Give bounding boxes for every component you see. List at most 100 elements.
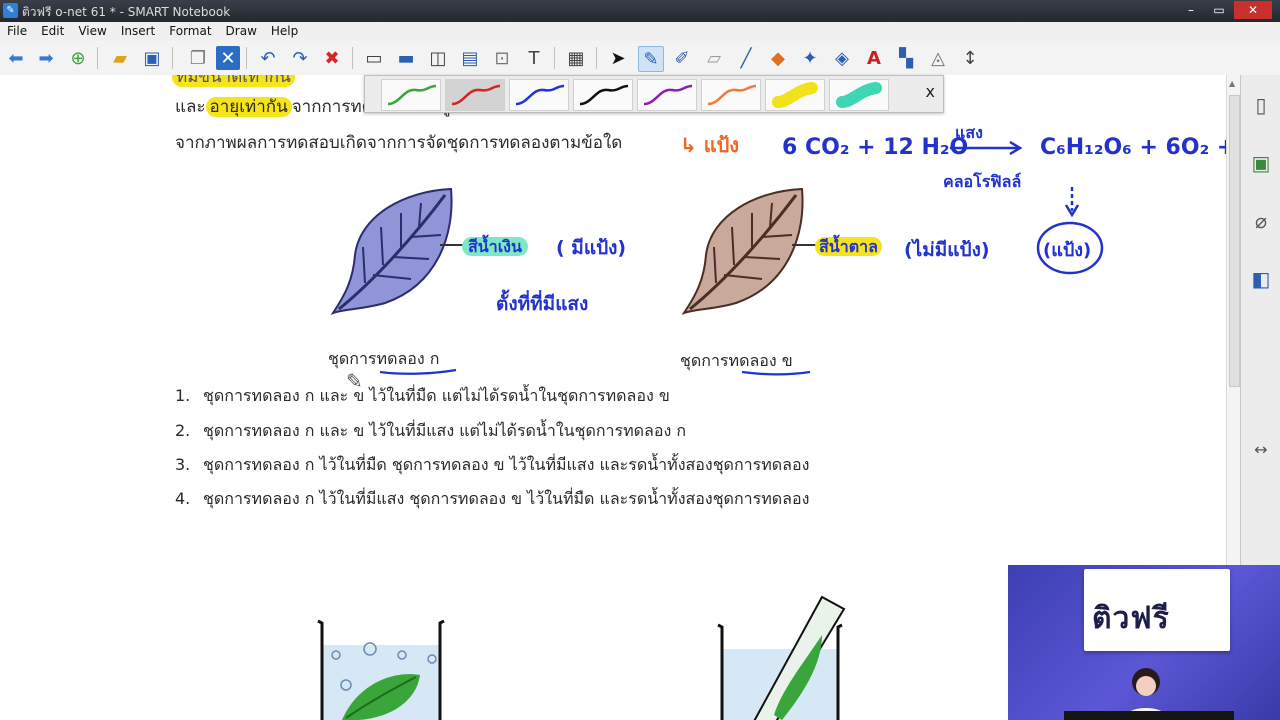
menu-format[interactable]: Format — [162, 22, 218, 41]
paste-icon[interactable]: ❐ — [186, 46, 210, 70]
option-3-number: 3. — [175, 455, 191, 474]
eraser-icon[interactable]: ▱ — [702, 46, 726, 70]
palette-close-button[interactable]: x — [926, 82, 935, 101]
option-1[interactable]: 1. ชุดการทดลอง ก และ ข ไว้ในที่มืด แต่ไม่… — [175, 384, 670, 409]
highlighter-yellow[interactable] — [765, 79, 825, 111]
fill-icon[interactable]: ◈ — [830, 46, 854, 70]
toolbar-separator — [554, 47, 555, 69]
highlight-equal-age: อายุเท่ากัน — [205, 97, 292, 117]
menu-view[interactable]: View — [71, 22, 113, 41]
option-3[interactable]: 3. ชุดการทดลอง ก ไว้ในที่มืด ชุดการทดลอง … — [175, 453, 809, 478]
pen-icon[interactable]: ✎ — [638, 46, 664, 72]
option-2-text: ชุดการทดลอง ก และ ข ไว้ในที่มีแสง แต่ไม่… — [203, 421, 687, 440]
title-bar: ✎ ติวฟรี o-net 61 * - SMART Notebook – ▭… — [0, 0, 1280, 22]
scrollbar-thumb[interactable] — [1229, 95, 1240, 387]
option-4[interactable]: 4. ชุดการทดลอง ก ไว้ในที่มีแสง ชุดการทดลอ… — [175, 487, 809, 512]
beaker-with-tube — [717, 595, 846, 720]
table-icon[interactable]: ▦ — [564, 46, 588, 70]
desk — [1064, 711, 1234, 720]
option-4-text: ชุดการทดลอง ก ไว้ในที่มีแสง ชุดการทดลอง … — [203, 489, 810, 508]
back-arrow-icon[interactable]: ⬅ — [4, 46, 28, 70]
select-pointer-icon[interactable]: ➤ — [606, 46, 630, 70]
leaf-a-place: ตั้งที่ที่มีแสง — [496, 293, 589, 315]
menu-file[interactable]: File — [0, 22, 34, 41]
leaf-b-color-text: สีน้ำตาล — [815, 237, 882, 256]
redo-icon[interactable]: ↷ — [288, 46, 312, 70]
add-page-icon[interactable]: ⊕ — [66, 46, 90, 70]
toolbar-separator — [352, 47, 353, 69]
question-line-1-prefix: และ — [175, 97, 206, 117]
properties-panel-icon[interactable]: ◧ — [1247, 265, 1275, 293]
line-icon[interactable]: ╱ — [734, 46, 758, 70]
magic-pen-icon[interactable]: ✦ — [798, 46, 822, 70]
toolbar-separator — [596, 47, 597, 69]
dual-page-icon[interactable]: ◫ — [426, 46, 450, 70]
pen-color-palette: x — [364, 75, 944, 113]
creative-pen-icon[interactable]: ✐ — [670, 46, 694, 70]
display-icon[interactable]: ▤ — [458, 46, 482, 70]
pen-blue[interactable] — [509, 79, 569, 111]
close-button[interactable]: ✕ — [1234, 1, 1272, 19]
equation-products: C₆H₁₂O₆ + 6O₂ + 6H₂O — [1040, 135, 1226, 160]
maximize-button[interactable]: ▭ — [1206, 1, 1232, 19]
option-1-text: ชุดการทดลอง ก และ ข ไว้ในที่มืด แต่ไม่ได… — [203, 386, 670, 405]
menu-bar: File Edit View Insert Format Draw Help — [0, 22, 1280, 41]
option-3-text: ชุดการทดลอง ก ไว้ในที่มืด ชุดการทดลอง ข … — [203, 455, 810, 474]
option-1-number: 1. — [175, 386, 191, 405]
save-icon[interactable]: ▣ — [140, 46, 164, 70]
webcam-overlay: ติวฟรี — [1008, 565, 1280, 720]
starch-circle-label: (แป้ง) — [1043, 240, 1092, 261]
leaf-b — [681, 187, 804, 315]
full-screen-icon[interactable]: ▬ — [394, 46, 418, 70]
properties-icon[interactable]: ▚ — [894, 46, 918, 70]
clipped-question-line: ที่มีขนาดเท่ากัน — [172, 75, 295, 90]
delete-page-icon[interactable]: ✕ — [216, 46, 240, 70]
menu-draw[interactable]: Draw — [219, 22, 264, 41]
tiwfree-logo: ติวฟรี — [1092, 601, 1170, 636]
leaf-a-note: ( มีแป้ง) — [556, 237, 627, 259]
leaf-a-color-label: สีน้ำเงิน — [462, 235, 528, 260]
option-2[interactable]: 2. ชุดการทดลอง ก และ ข ไว้ในที่มีแสง แต่ไ… — [175, 419, 686, 444]
toolbar-separator — [246, 47, 247, 69]
leaf-a-color-text: สีน้ำเงิน — [462, 237, 528, 256]
clear-icon[interactable]: ✖ — [320, 46, 344, 70]
move-toolbar-icon[interactable]: ↕ — [958, 46, 982, 70]
menu-help[interactable]: Help — [264, 22, 305, 41]
beaker-with-leaf — [317, 619, 445, 720]
capture-icon[interactable]: ⊡ — [490, 46, 514, 70]
text-icon[interactable]: A — [862, 46, 886, 70]
highlighter-teal[interactable] — [829, 79, 889, 111]
page-sorter-icon[interactable]: ▯ — [1247, 91, 1275, 119]
forward-arrow-icon[interactable]: ➡ — [34, 46, 58, 70]
open-folder-icon[interactable]: ▰ — [108, 46, 132, 70]
question-line-2: จากภาพผลการทดสอบเกิดจากการจัดชุดการทดลอง… — [175, 133, 623, 153]
leaf-a-underline — [379, 368, 457, 375]
insert-text-icon[interactable]: T — [522, 46, 546, 70]
measurement-tools-icon[interactable]: ◬ — [926, 46, 950, 70]
screen-shade-icon[interactable]: ▭ — [362, 46, 386, 70]
smart-notebook-app-icon: ✎ — [3, 3, 18, 18]
resize-panel-icon[interactable]: ↔ — [1247, 435, 1275, 463]
toolbar-separator — [172, 47, 173, 69]
window-title: ติวฟรี o-net 61 * - SMART Notebook — [22, 5, 231, 19]
leaf-a — [330, 187, 453, 315]
menu-insert[interactable]: Insert — [114, 22, 162, 41]
minimize-button[interactable]: – — [1178, 1, 1204, 19]
attachments-icon[interactable]: ⌀ — [1247, 207, 1275, 235]
leaf-b-color-label: สีน้ำตาล — [815, 235, 882, 260]
pen-black[interactable] — [573, 79, 633, 111]
equation-chlorophyll: คลอโรฟิลล์ — [943, 172, 1022, 191]
leaf-b-note: (ไม่มีแป้ง) — [904, 239, 990, 261]
pen-orange[interactable] — [701, 79, 761, 111]
down-arrow — [1064, 187, 1080, 218]
pen-purple[interactable] — [637, 79, 697, 111]
shapes-icon[interactable]: ◆ — [766, 46, 790, 70]
option-4-number: 4. — [175, 489, 191, 508]
pen-red[interactable] — [445, 79, 505, 111]
gallery-icon[interactable]: ▣ — [1247, 149, 1275, 177]
starch-note: ↳ แป้ง — [680, 133, 740, 157]
scroll-up-icon[interactable]: ▲ — [1229, 79, 1235, 88]
menu-edit[interactable]: Edit — [34, 22, 71, 41]
pen-green[interactable] — [381, 79, 441, 111]
undo-icon[interactable]: ↶ — [256, 46, 280, 70]
